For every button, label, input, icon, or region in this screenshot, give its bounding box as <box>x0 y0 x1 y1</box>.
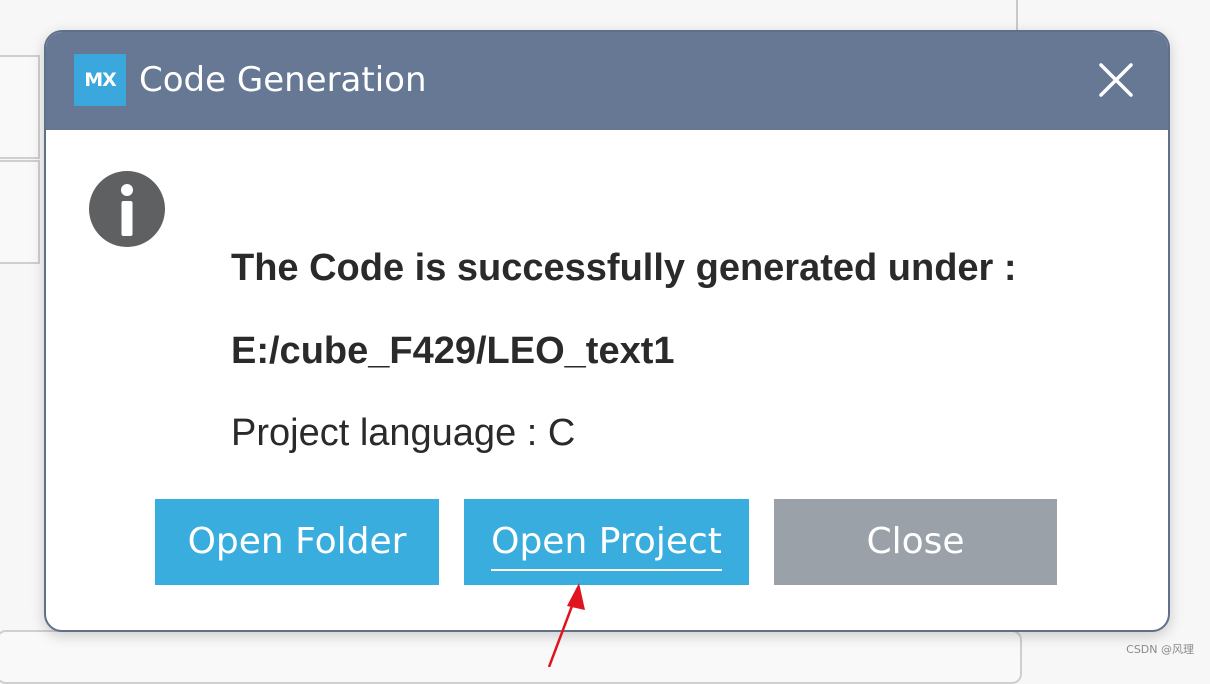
open-project-button[interactable]: Open Project <box>464 499 749 585</box>
success-message: The Code is successfully generated under… <box>231 247 1017 289</box>
dialog-titlebar: MX Code Generation <box>46 32 1168 130</box>
project-language: Project language : C <box>231 412 576 454</box>
background-panel-bottom <box>0 630 1022 684</box>
watermark: CSDN @风理 <box>1126 643 1194 656</box>
open-folder-label: Open Folder <box>187 521 407 562</box>
close-icon[interactable] <box>1094 58 1138 102</box>
background-panel-left <box>0 160 40 264</box>
generated-path: E:/cube_F429/LEO_text1 <box>231 330 675 372</box>
code-generation-dialog: MX Code Generation The Code is successfu… <box>44 30 1170 632</box>
background-divider <box>1016 0 1018 30</box>
close-button[interactable]: Close <box>774 499 1057 585</box>
info-icon <box>89 171 165 247</box>
stm32cubemx-logo-icon: MX <box>74 54 126 106</box>
open-folder-button[interactable]: Open Folder <box>155 499 439 585</box>
open-project-label: Open Project <box>491 517 722 571</box>
close-label: Close <box>866 521 965 562</box>
dialog-title: Code Generation <box>139 60 427 100</box>
background-panel-top <box>0 55 40 159</box>
